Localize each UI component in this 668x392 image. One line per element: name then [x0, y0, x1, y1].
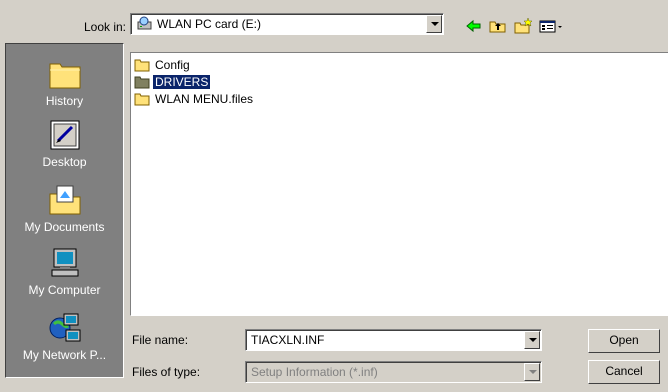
view-menu-icon — [539, 20, 562, 33]
cancel-button[interactable]: Cancel — [588, 360, 660, 384]
open-button[interactable]: Open — [588, 329, 660, 353]
look-in-dropdown-button[interactable] — [426, 15, 442, 33]
file-name-dropdown-button[interactable] — [524, 331, 540, 349]
back-arrow-icon — [466, 19, 481, 33]
file-type-dropdown[interactable]: Setup Information (*.inf) — [245, 361, 542, 383]
file-type-dropdown-button[interactable] — [524, 363, 540, 381]
network-places-icon — [49, 313, 80, 342]
look-in-label: Look in: — [83, 20, 126, 34]
up-one-level-button[interactable] — [487, 16, 509, 36]
new-folder-button[interactable] — [512, 16, 534, 36]
look-in-value: WLAN PC card (E:) — [157, 17, 262, 31]
file-list[interactable]: Config DRIVERS WLAN MENU.files — [130, 52, 668, 316]
list-item-wlan-menu-files[interactable]: WLAN MENU.files — [134, 91, 255, 107]
list-item-config[interactable]: Config — [134, 57, 192, 73]
desktop-icon — [50, 120, 79, 150]
file-name: Config — [155, 58, 190, 72]
place-my-network-places[interactable]: My Network P... — [6, 312, 123, 362]
up-folder-icon — [489, 21, 506, 33]
place-my-documents-label: My Documents — [24, 220, 105, 234]
folder-icon — [134, 59, 150, 72]
folder-icon — [134, 76, 150, 89]
file-type-label: Files of type: — [132, 365, 201, 379]
file-type-value: Setup Information (*.inf) — [251, 365, 378, 379]
back-button[interactable] — [463, 16, 485, 36]
place-my-computer-label: My Computer — [28, 283, 101, 297]
look-in-dropdown[interactable]: WLAN PC card (E:) — [130, 13, 444, 35]
file-name-combobox[interactable]: TIACXLN.INF — [245, 329, 542, 351]
places-bar: History Desktop My Documents My Computer — [5, 43, 124, 378]
file-name: DRIVERS — [153, 75, 211, 89]
file-name-label: File name: — [132, 333, 189, 347]
new-folder-icon — [514, 17, 533, 34]
view-menu-button[interactable] — [537, 16, 565, 36]
file-name: WLAN MENU.files — [155, 92, 254, 106]
place-desktop-label: Desktop — [42, 155, 87, 169]
place-my-network-places-label: My Network P... — [22, 348, 107, 362]
list-item-drivers[interactable]: DRIVERS — [134, 74, 211, 90]
folder-icon — [134, 93, 150, 106]
place-desktop[interactable]: Desktop — [6, 119, 123, 169]
place-my-computer[interactable]: My Computer — [6, 247, 123, 297]
place-history-label: History — [45, 94, 84, 108]
my-documents-icon — [49, 185, 80, 215]
drive-icon — [137, 16, 152, 30]
place-my-documents[interactable]: My Documents — [6, 184, 123, 234]
history-folder-icon — [49, 63, 80, 89]
place-history[interactable]: History — [6, 58, 123, 108]
my-computer-icon — [51, 248, 78, 277]
file-name-input[interactable]: TIACXLN.INF — [251, 333, 324, 347]
